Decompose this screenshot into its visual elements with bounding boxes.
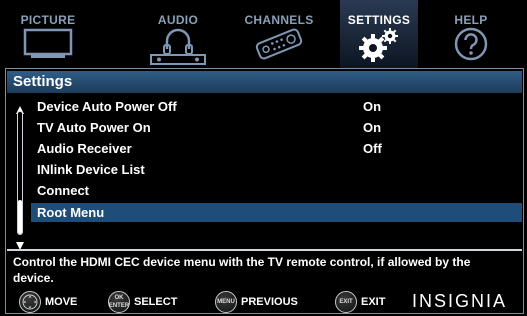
list-item-label: Audio Receiver: [37, 141, 132, 156]
ok-label: OK: [114, 295, 124, 301]
list-item-inlink-device-list[interactable]: INlink Device List: [31, 160, 522, 179]
list-item-tv-auto-power-on[interactable]: TV Auto Power On On: [31, 118, 522, 137]
nav-move-label: MOVE: [45, 296, 78, 308]
nav-previous[interactable]: MENU PREVIOUS: [215, 291, 305, 313]
headphones-icon: [149, 27, 207, 70]
list-item-connect[interactable]: Connect: [31, 181, 522, 200]
list-item-label: Connect: [37, 183, 89, 198]
tab-picture[interactable]: PICTURE: [14, 0, 82, 68]
list-item-root-menu[interactable]: Root Menu: [31, 203, 522, 222]
nav-exit-label: EXIT: [361, 296, 386, 308]
list-item-value: Off: [363, 141, 382, 156]
divider: [7, 249, 522, 251]
menu-label: MENU: [217, 299, 235, 305]
exit-button-icon: EXIT: [335, 291, 357, 313]
nav-select-label: SELECT: [134, 296, 178, 308]
settings-list: Device Auto Power Off On TV Auto Power O…: [6, 95, 523, 253]
tab-settings[interactable]: SETTINGS: [340, 0, 418, 68]
tab-picture-label: PICTURE: [20, 13, 76, 27]
nav-move[interactable]: MOVE: [19, 291, 89, 313]
enter-label: ENTER: [108, 303, 130, 309]
menu-button-icon: MENU: [215, 291, 237, 313]
ok-enter-button-icon: OK ENTER: [108, 291, 130, 313]
remote-icon: [251, 27, 307, 66]
list-item-value: On: [363, 99, 382, 114]
list-item-label: TV Auto Power On: [37, 120, 151, 135]
exit-btn-label: EXIT: [339, 299, 353, 305]
tab-audio-label: AUDIO: [157, 13, 199, 27]
menu-tab-bar: PICTURE AUDIO CHANNELS SETTINGS HELP: [0, 0, 527, 68]
brand-logo: INSIGNIA: [412, 291, 508, 311]
list-item-audio-receiver[interactable]: Audio Receiver Off: [31, 139, 522, 158]
list-item-label: Device Auto Power Off: [37, 99, 177, 114]
nav-select[interactable]: OK ENTER SELECT: [108, 291, 188, 313]
settings-panel: Settings Device Auto Power Off On TV Aut…: [5, 68, 524, 314]
question-icon: [453, 27, 489, 66]
tv-icon: [23, 27, 73, 66]
nav-exit[interactable]: EXIT EXIT: [335, 291, 395, 313]
panel-title: Settings: [7, 71, 522, 93]
tab-channels[interactable]: CHANNELS: [238, 0, 320, 68]
gears-icon: [355, 27, 403, 68]
list-item-label: INlink Device List: [37, 162, 145, 177]
tab-help-label: HELP: [454, 13, 488, 27]
nav-previous-label: PREVIOUS: [241, 296, 298, 308]
list-item-label: Root Menu: [37, 205, 105, 220]
list-item-device-auto-power-off[interactable]: Device Auto Power Off On: [31, 97, 522, 116]
help-description: Control the HDMI CEC device menu with th…: [13, 255, 471, 285]
tab-help[interactable]: HELP: [444, 0, 498, 68]
list-item-value: On: [363, 120, 382, 135]
tab-channels-label: CHANNELS: [244, 13, 314, 27]
dpad-icon: [19, 291, 41, 313]
tab-audio[interactable]: AUDIO: [146, 0, 210, 68]
tab-settings-label: SETTINGS: [347, 13, 411, 27]
